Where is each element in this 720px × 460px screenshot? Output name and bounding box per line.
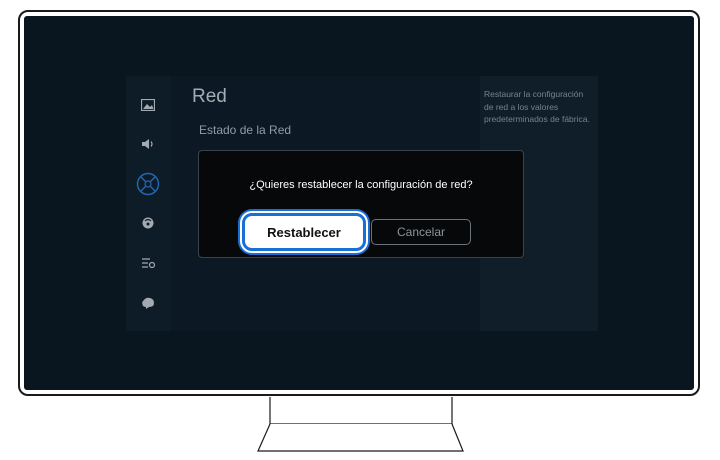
tv-stand — [257, 397, 464, 452]
